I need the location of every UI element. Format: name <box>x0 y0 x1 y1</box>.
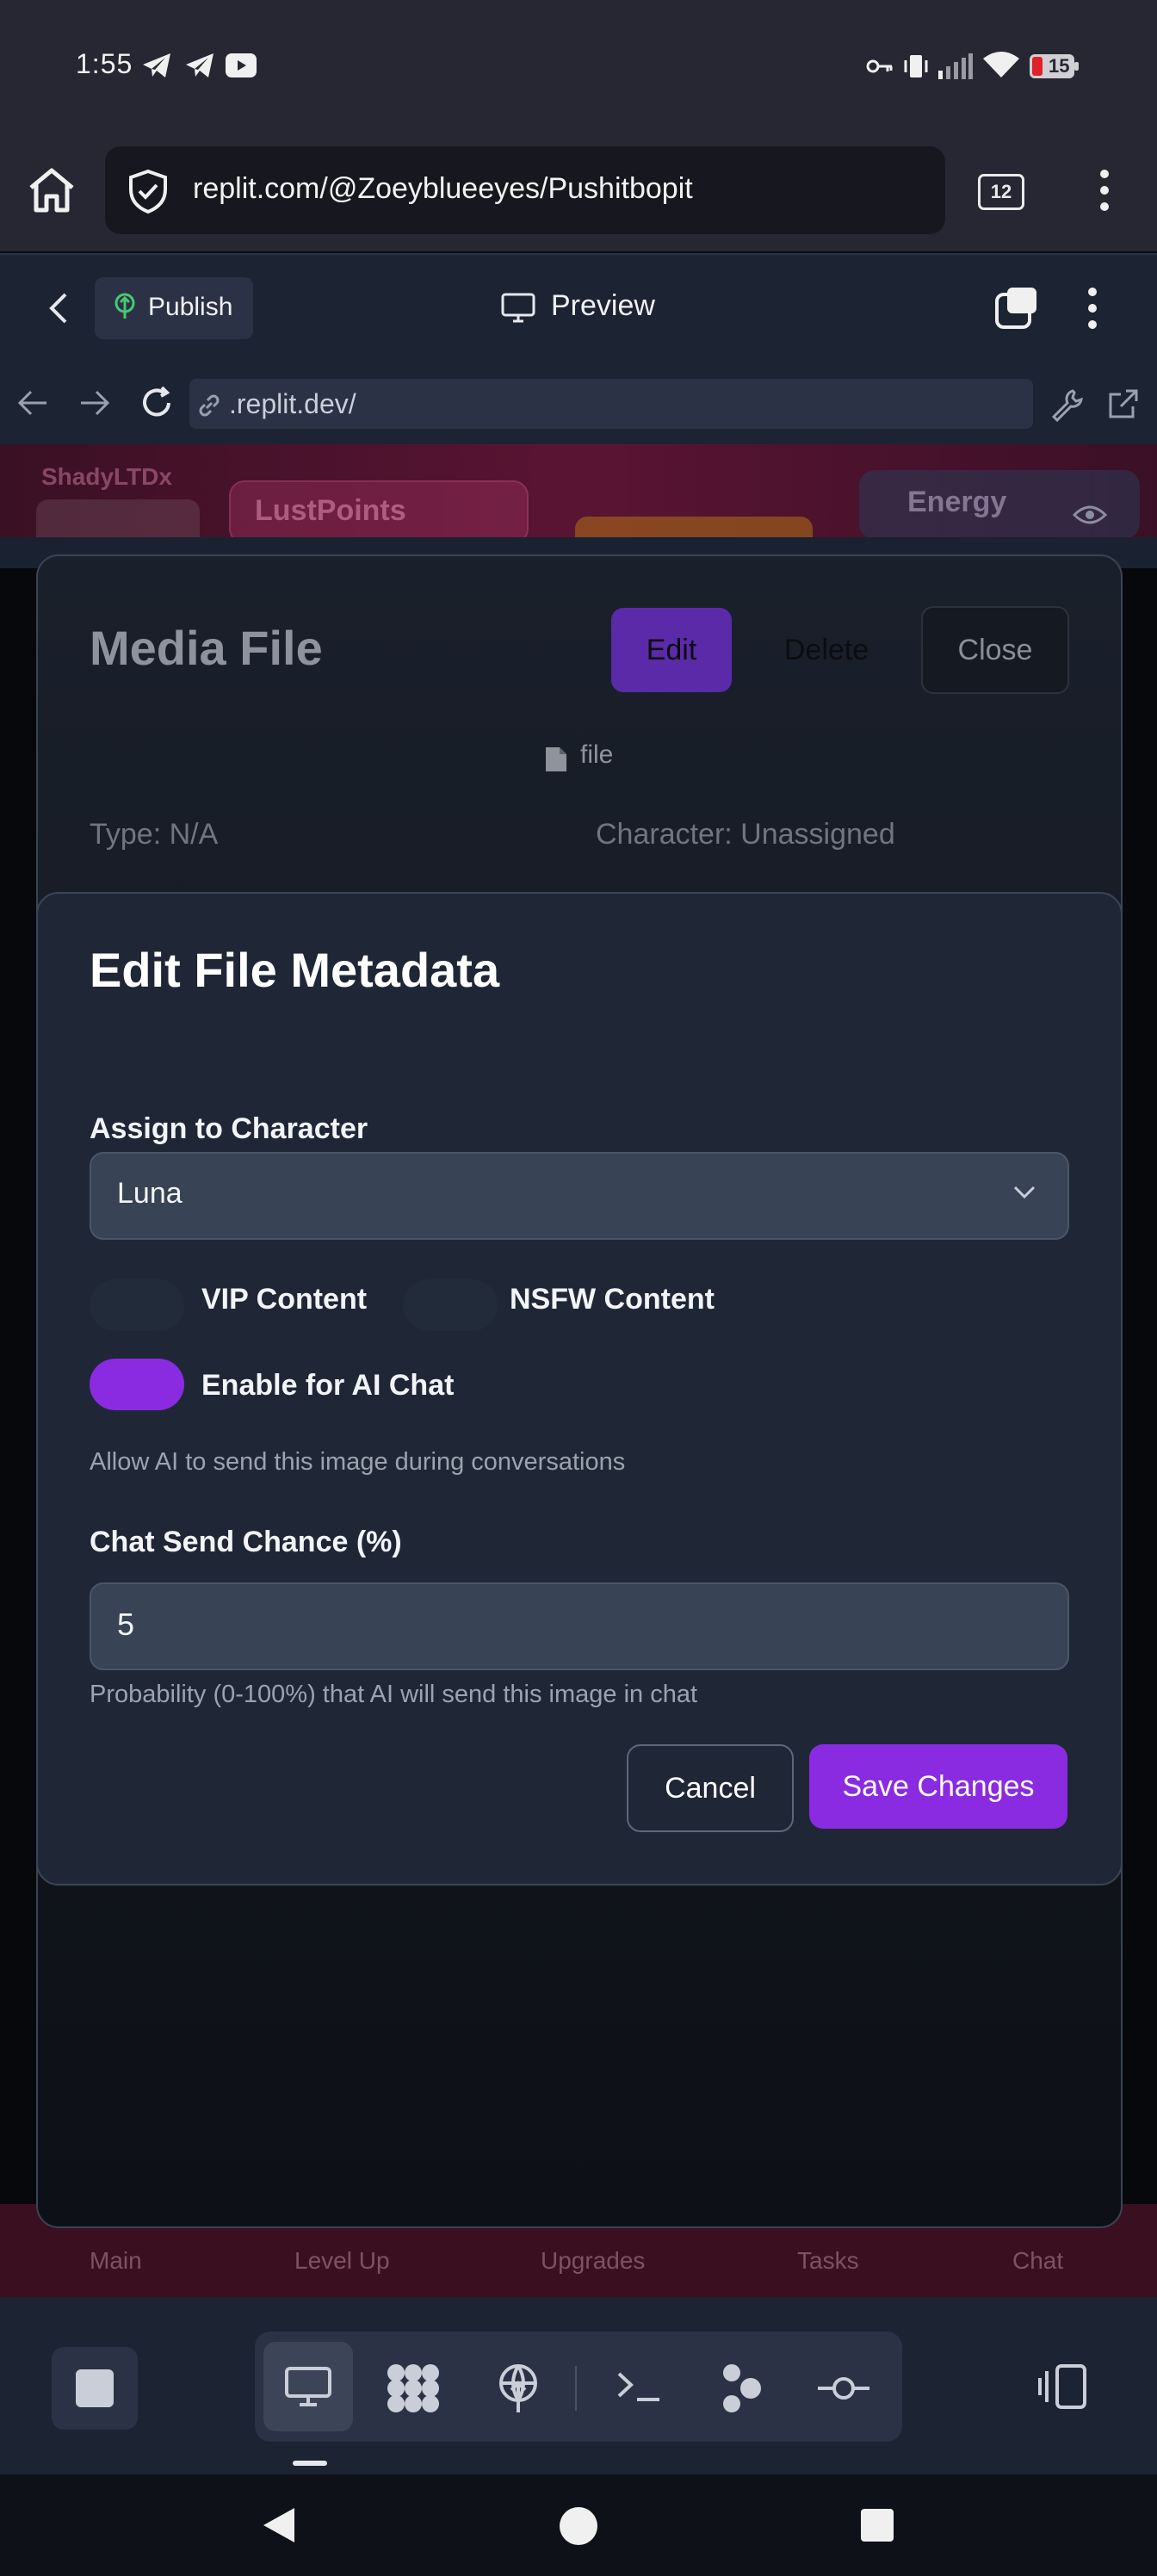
character-select-value[interactable]: Luna <box>117 1177 183 1211</box>
chance-hint: Probability (0-100%) that AI will send t… <box>90 1681 698 1708</box>
back-chevron-icon[interactable] <box>48 291 69 325</box>
youtube-icon <box>226 53 257 77</box>
character-select[interactable] <box>90 1152 1069 1240</box>
grid-apps-icon[interactable] <box>386 2362 441 2414</box>
tab-tasks[interactable]: Tasks <box>797 2247 859 2275</box>
publish-icon <box>112 293 138 322</box>
file-type: Type: N/A <box>90 818 219 851</box>
telegram-icon <box>141 52 172 79</box>
publish-label[interactable]: Publish <box>148 293 232 322</box>
ai-chat-hint: Allow AI to send this image during conve… <box>90 1448 626 1476</box>
battery-level: 15 <box>1049 55 1070 77</box>
signal-icon <box>938 53 973 79</box>
home-icon[interactable] <box>28 167 76 214</box>
vpn-key-icon <box>866 57 894 76</box>
monitor-icon[interactable] <box>284 2366 332 2407</box>
nsfw-toggle[interactable] <box>403 1279 498 1331</box>
chevron-down-icon[interactable] <box>1012 1185 1036 1200</box>
vip-toggle[interactable] <box>90 1279 184 1331</box>
chance-label: Chat Send Chance (%) <box>90 1526 402 1558</box>
eye-icon[interactable] <box>1073 503 1107 527</box>
file-icon <box>544 746 568 773</box>
chance-input[interactable] <box>90 1582 1069 1670</box>
status-time: 1:55 <box>76 48 133 79</box>
save-changes-button[interactable]: Save Changes <box>809 1744 1067 1829</box>
media-file-title: Media File <box>90 621 323 675</box>
preview-tab-label[interactable]: Preview <box>551 289 655 323</box>
open-external-icon[interactable] <box>1107 387 1140 420</box>
close-button[interactable]: Close <box>921 606 1069 694</box>
back-triangle-icon[interactable] <box>260 2505 298 2545</box>
delete-button[interactable]: Delete <box>758 608 895 692</box>
link-icon <box>196 393 222 418</box>
more-vert-icon[interactable] <box>1088 288 1097 329</box>
recents-square-icon[interactable] <box>861 2509 894 2542</box>
modal-title: Edit File Metadata <box>90 943 500 997</box>
tab-switcher-button[interactable]: 12 <box>978 174 1024 210</box>
username: ShadyLTDx <box>41 463 172 490</box>
split-view-icon[interactable] <box>1036 2362 1088 2411</box>
edit-metadata-modal <box>36 892 1123 1886</box>
home-circle-icon[interactable] <box>560 2507 597 2545</box>
nsfw-label: NSFW Content <box>510 1283 715 1316</box>
vibrate-icon <box>902 53 930 79</box>
energy-label: Energy <box>907 486 1007 518</box>
vip-label: VIP Content <box>201 1283 368 1316</box>
lust-points-pill: LustPoints <box>229 480 529 544</box>
edit-button[interactable]: Edit <box>611 608 732 692</box>
cancel-button[interactable]: Cancel <box>627 1744 794 1832</box>
tab-main[interactable]: Main <box>90 2247 142 2275</box>
stop-square-icon <box>76 2369 114 2407</box>
chance-input-value[interactable]: 5 <box>117 1607 134 1643</box>
agent-icon[interactable] <box>721 2362 763 2414</box>
tab-upgrades[interactable]: Upgrades <box>541 2247 645 2275</box>
wrench-icon[interactable] <box>1050 387 1085 422</box>
git-commit-icon[interactable] <box>816 2375 871 2402</box>
telegram-icon <box>184 52 215 79</box>
ai-chat-label: Enable for AI Chat <box>201 1369 455 1402</box>
tab-chat[interactable]: Chat <box>1012 2247 1063 2275</box>
monitor-icon <box>501 293 535 324</box>
active-tool-indicator <box>293 2461 327 2466</box>
file-name: file <box>580 740 614 769</box>
wifi-icon <box>983 52 1019 79</box>
tool-divider <box>575 2366 577 2411</box>
preview-address-text[interactable]: .replit.dev/ <box>229 388 356 420</box>
deploy-icon[interactable] <box>494 2362 542 2414</box>
ai-chat-toggle[interactable] <box>90 1359 184 1410</box>
file-character: Character: Unassigned <box>596 818 895 851</box>
terminal-icon[interactable] <box>616 2371 661 2402</box>
tab-level-up[interactable]: Level Up <box>294 2247 390 2275</box>
lust-points-label: LustPoints <box>255 494 406 527</box>
tabs-icon[interactable] <box>995 286 1038 329</box>
more-vert-icon[interactable] <box>1100 169 1109 212</box>
nav-back-arrow-icon[interactable] <box>17 389 48 417</box>
refresh-icon[interactable] <box>139 386 174 420</box>
assign-character-label: Assign to Character <box>90 1112 368 1145</box>
security-shield-icon[interactable] <box>127 169 169 214</box>
nav-forward-arrow-icon[interactable] <box>79 389 110 417</box>
url-text[interactable]: replit.com/@Zoeyblueeyes/Pushitbopit <box>193 172 693 206</box>
